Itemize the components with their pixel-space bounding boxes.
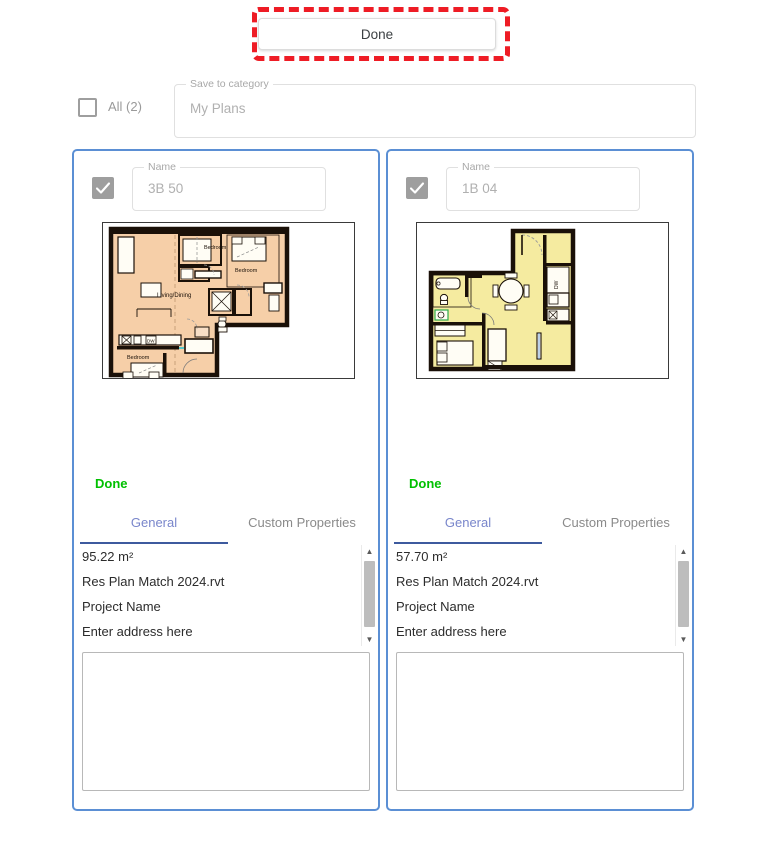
plan-properties-list: 95.22 m² Res Plan Match 2024.rvt Project… (80, 545, 376, 646)
plan-card[interactable]: Name 1B 04 DW Done General Custom Proper… (386, 149, 694, 811)
plan-select-checkbox[interactable] (92, 177, 114, 199)
plan-name-legend: Name (458, 161, 495, 174)
plan-notes-textarea[interactable] (82, 652, 370, 791)
property-project: Project Name (396, 599, 475, 614)
tab-custom-properties[interactable]: Custom Properties (228, 513, 376, 544)
select-all-label: All (2) (108, 99, 142, 114)
tab-general[interactable]: General (80, 513, 228, 544)
property-address: Enter address here (396, 624, 507, 639)
plan-status-label: Done (409, 476, 442, 491)
plan-name-value: 1B 04 (462, 181, 498, 196)
plan-properties-list: 57.70 m² Res Plan Match 2024.rvt Project… (394, 545, 690, 646)
property-file: Res Plan Match 2024.rvt (396, 574, 539, 589)
plan-name-field[interactable]: Name 1B 04 (446, 161, 640, 211)
properties-scrollbar[interactable]: ▲ ▼ (675, 545, 690, 646)
svg-text:Bedroom: Bedroom (127, 355, 150, 361)
property-project: Project Name (82, 599, 161, 614)
svg-text:DW: DW (554, 280, 560, 289)
check-icon (95, 182, 111, 194)
floor-plan-thumbnail[interactable]: DW (416, 222, 669, 379)
properties-scrollbar[interactable]: ▲ ▼ (361, 545, 376, 646)
svg-text:Bedroom: Bedroom (235, 268, 258, 274)
plan-name-field[interactable]: Name 3B 50 (132, 161, 326, 211)
save-to-category-value: My Plans (190, 101, 246, 116)
scrollbar-thumb[interactable] (364, 561, 375, 627)
plan-name-legend: Name (144, 161, 181, 174)
scroll-down-icon[interactable]: ▼ (676, 633, 691, 646)
plan-select-checkbox[interactable] (406, 177, 428, 199)
scrollbar-thumb[interactable] (678, 561, 689, 627)
property-file: Res Plan Match 2024.rvt (82, 574, 225, 589)
done-button-wrapper: Done (258, 18, 496, 50)
property-address: Enter address here (82, 624, 193, 639)
property-area: 95.22 m² (82, 549, 134, 564)
plan-notes-textarea[interactable] (396, 652, 684, 791)
svg-text:Bedroom: Bedroom (204, 245, 227, 251)
category-row: All (2) Save to category My Plans (78, 78, 696, 138)
property-area: 57.70 m² (396, 549, 448, 564)
plan-status-label: Done (95, 476, 128, 491)
tab-general[interactable]: General (394, 513, 542, 544)
save-to-category-field[interactable]: Save to category My Plans (174, 78, 696, 138)
floor-plan-drawing-3b50: Bedroom Bedroom Living/Dining DW Bedroom (103, 223, 354, 378)
scroll-up-icon[interactable]: ▲ (676, 545, 691, 558)
tab-active-indicator (394, 542, 542, 544)
scroll-down-icon[interactable]: ▼ (362, 633, 377, 646)
done-button[interactable]: Done (258, 18, 496, 50)
plan-tabs: General Custom Properties (394, 513, 690, 544)
plan-tabs: General Custom Properties (80, 513, 376, 544)
plan-card[interactable]: Name 3B 50 Bedroom Bedroom Living/Dining… (72, 149, 380, 811)
plan-name-value: 3B 50 (148, 181, 184, 196)
svg-text:Living/Dining: Living/Dining (157, 293, 191, 299)
tab-custom-properties[interactable]: Custom Properties (542, 513, 690, 544)
scroll-up-icon[interactable]: ▲ (362, 545, 377, 558)
floor-plan-drawing-1b04: DW (417, 223, 668, 378)
tab-active-indicator (80, 542, 228, 544)
select-all-checkbox[interactable] (78, 98, 97, 117)
save-to-category-legend: Save to category (186, 78, 273, 91)
svg-text:DW: DW (147, 339, 155, 344)
check-icon (409, 182, 425, 194)
floor-plan-thumbnail[interactable]: Bedroom Bedroom Living/Dining DW Bedroom (102, 222, 355, 379)
